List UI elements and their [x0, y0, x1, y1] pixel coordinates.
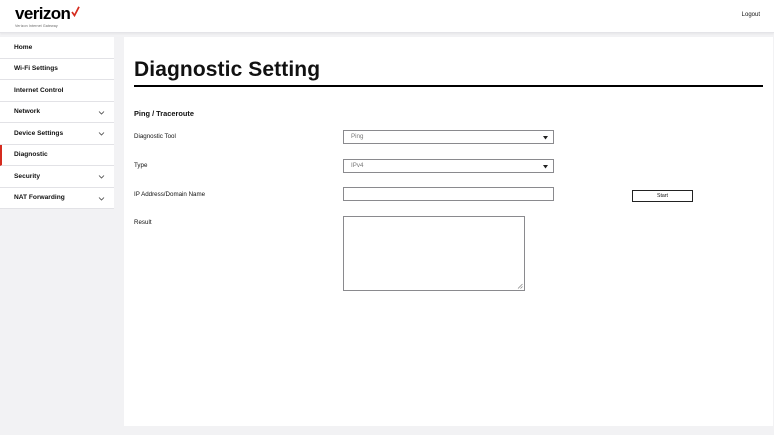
sidebar-item-wifi-settings[interactable]: Wi-Fi Settings	[0, 59, 114, 80]
sidebar-item-diagnostic[interactable]: Diagnostic	[0, 144, 114, 166]
sidebar-item-label: Internet Control	[14, 86, 64, 94]
sidebar-item-label: Wi-Fi Settings	[14, 65, 58, 73]
chevron-down-icon	[98, 132, 105, 136]
diagnostic-tool-value: Ping	[351, 133, 364, 140]
sidebar-item-label: Network	[14, 108, 41, 116]
logo-wordmark: verizon	[15, 4, 71, 23]
diagnostic-tool-select[interactable]: Ping	[343, 130, 554, 144]
caret-down-icon	[543, 165, 548, 169]
address-input[interactable]	[343, 187, 554, 201]
section-title: Ping / Traceroute	[134, 109, 194, 118]
sidebar-item-label: Home	[14, 43, 33, 51]
verizon-logo[interactable]: verizon Verizon Internet Gateway	[15, 4, 80, 28]
sidebar-item-device-settings[interactable]: Device Settings	[0, 123, 114, 145]
address-label: IP Address/Domain Name	[134, 191, 206, 198]
caret-down-icon	[543, 136, 548, 140]
top-bar: verizon Verizon Internet Gateway Logout	[0, 0, 774, 33]
sidebar-item-label: NAT Forwarding	[14, 194, 65, 202]
sidebar-nav: Home Wi-Fi Settings Internet Control Net…	[0, 37, 114, 209]
sidebar-item-security[interactable]: Security	[0, 166, 114, 188]
sidebar-item-home[interactable]: Home	[0, 37, 114, 59]
sidebar-item-label: Diagnostic	[14, 151, 48, 159]
page-title: Diagnostic Setting	[134, 58, 321, 81]
resize-handle-icon[interactable]	[517, 283, 523, 289]
diagnostic-tool-label: Diagnostic Tool	[134, 133, 176, 140]
type-value: IPv4	[351, 162, 364, 169]
start-button[interactable]: Start	[632, 190, 693, 202]
sidebar-item-network[interactable]: Network	[0, 102, 114, 123]
sidebar-item-nat-forwarding[interactable]: NAT Forwarding	[0, 188, 114, 209]
main-content: Diagnostic Setting Ping / Traceroute Dia…	[124, 37, 773, 426]
result-label: Result	[134, 219, 152, 226]
logo-tagline: Verizon Internet Gateway	[15, 24, 58, 28]
check-mark-icon	[71, 6, 80, 17]
sidebar-item-label: Security	[14, 172, 41, 180]
result-textarea[interactable]	[343, 216, 525, 291]
chevron-down-icon	[98, 175, 105, 179]
chevron-down-icon	[98, 110, 105, 115]
chevron-down-icon	[98, 196, 105, 201]
type-select[interactable]: IPv4	[343, 159, 554, 173]
sidebar-item-label: Device Settings	[14, 129, 64, 137]
sidebar-item-internet-control[interactable]: Internet Control	[0, 80, 114, 102]
type-label: Type	[134, 162, 148, 169]
title-divider	[134, 85, 763, 87]
logout-link[interactable]: Logout	[742, 12, 760, 18]
